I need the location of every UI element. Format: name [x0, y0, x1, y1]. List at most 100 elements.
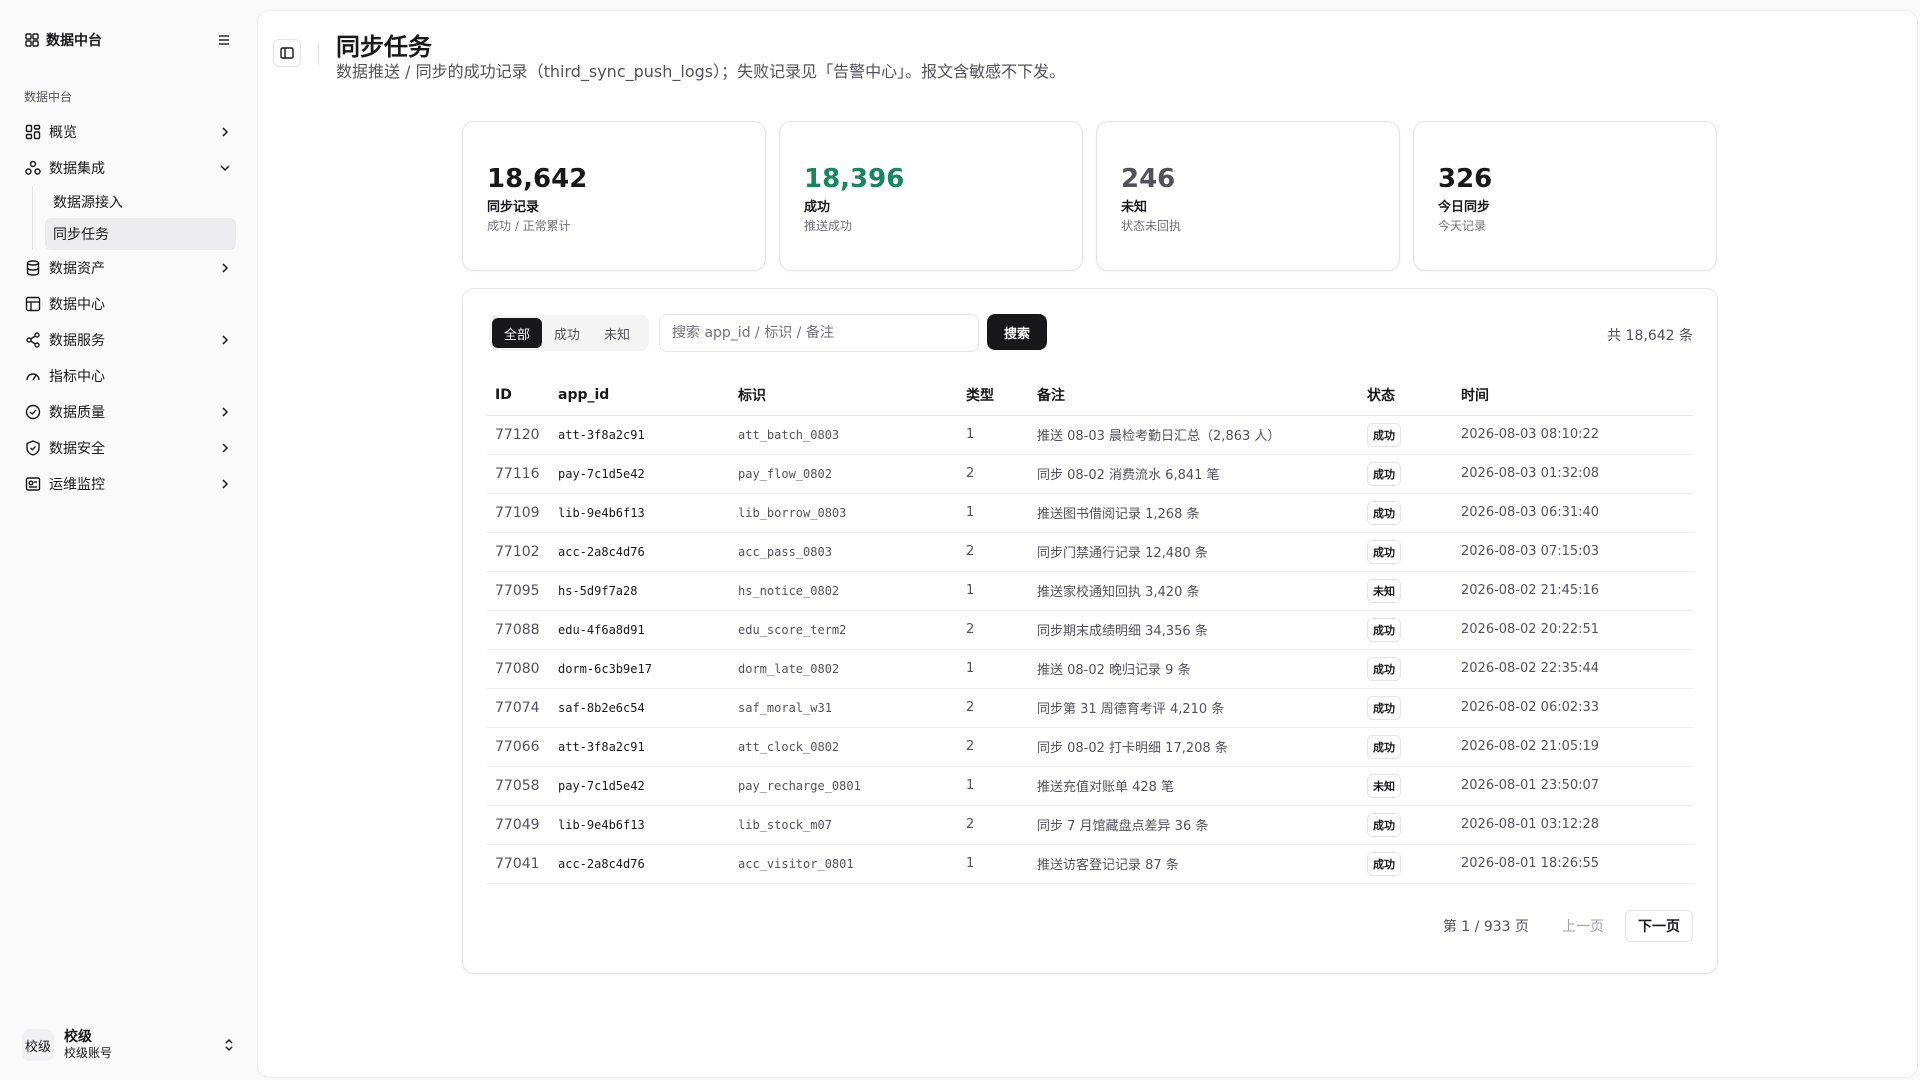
sidebar-submenu: 数据源接入 同步任务	[32, 186, 236, 250]
sidebar-subitem-datasource[interactable]: 数据源接入	[45, 186, 236, 218]
cell-type: 2	[958, 454, 1029, 494]
cell-time: 2026-08-02 21:45:16	[1453, 571, 1693, 611]
column-header-key[interactable]: 标识	[730, 375, 958, 416]
sidebar-toggle-button[interactable]	[273, 39, 301, 67]
table-row[interactable]: 77066 att-3f8a2c91 att_clock_0802 2 同步 08-02…	[487, 727, 1693, 767]
menu-icon[interactable]	[216, 32, 232, 48]
stat-label: 同步记录	[487, 200, 540, 215]
cell-time: 2026-08-01 23:50:07	[1453, 766, 1693, 806]
sidebar-item-services[interactable]: 数据服务	[20, 322, 236, 358]
sidebar-subitem-sync-tasks[interactable]: 同步任务	[45, 218, 236, 250]
table-row[interactable]: 77120 att-3f8a2c91 att_batch_0803 1 推送 08-03…	[487, 415, 1693, 455]
stat-value: 18,642	[487, 164, 588, 194]
chevron-right-icon	[218, 125, 232, 139]
user-menu[interactable]: 校级 校级 校级账号	[22, 1026, 236, 1064]
cell-remark: 同步 08-02 消费流水 6,841 笔	[1029, 454, 1359, 494]
cell-app-id: lib-9e4b6f13	[550, 805, 730, 845]
total-count: 共 18,642 条	[1607, 328, 1693, 344]
cell-type: 1	[958, 415, 1029, 455]
search-input[interactable]	[659, 314, 979, 352]
cell-remark: 同步 08-02 打卡明细 17,208 条	[1029, 727, 1359, 767]
table-row[interactable]: 77109 lib-9e4b6f13 lib_borrow_0803 1 推送图书借阅记…	[487, 493, 1693, 533]
monitor-icon	[24, 475, 42, 493]
sidebar-item-monitoring[interactable]: 运维监控	[20, 466, 236, 502]
pagination: 第 1 / 933 页 上一页 下一页	[1443, 910, 1693, 942]
cell-type: 1	[958, 766, 1029, 806]
column-header-app-id[interactable]: app_id	[550, 375, 730, 416]
cell-status: 成功	[1359, 415, 1453, 455]
sidebar-item-data-center[interactable]: 数据中心	[20, 286, 236, 322]
sidebar-item-metrics[interactable]: 指标中心	[20, 358, 236, 394]
column-header-remark[interactable]: 备注	[1029, 375, 1359, 416]
column-header-id[interactable]: ID	[487, 375, 550, 416]
cell-remark: 同步期末成绩明细 34,356 条	[1029, 610, 1359, 650]
brand: 数据中台	[24, 28, 232, 52]
cell-app-id: att-3f8a2c91	[550, 727, 730, 767]
shield-icon	[24, 439, 42, 457]
sidebar-item-security[interactable]: 数据安全	[20, 430, 236, 466]
table-row[interactable]: 77116 pay-7c1d5e42 pay_flow_0802 2 同步 08-02 …	[487, 454, 1693, 494]
sidebar-item-quality[interactable]: 数据质量	[20, 394, 236, 430]
table-row[interactable]: 77088 edu-4f6a8d91 edu_score_term2 2 同步期末成绩明…	[487, 610, 1693, 650]
status-badge: 成功	[1367, 617, 1401, 642]
cell-app-id: pay-7c1d5e42	[550, 454, 730, 494]
sidebar-item-label: 数据中心	[49, 297, 105, 313]
sidebar-item-label: 数据安全	[49, 441, 105, 457]
tab-unknown[interactable]: 未知	[592, 318, 642, 348]
stat-value: 326	[1438, 164, 1493, 194]
cell-type: 1	[958, 493, 1029, 533]
search-button[interactable]: 搜索	[987, 314, 1047, 350]
stat-sub: 推送成功	[804, 219, 853, 233]
status-badge: 成功	[1367, 461, 1401, 486]
stat-sub: 状态未回执	[1121, 219, 1182, 233]
table-row[interactable]: 77058 pay-7c1d5e42 pay_recharge_0801 1 推送充值对…	[487, 766, 1693, 806]
user-account: 校级账号	[64, 1046, 113, 1060]
stat-value: 246	[1121, 164, 1176, 194]
cell-status: 未知	[1359, 571, 1453, 611]
column-header-status[interactable]: 状态	[1359, 375, 1453, 416]
cell-remark: 同步门禁通行记录 12,480 条	[1029, 532, 1359, 572]
cell-app-id: hs-5d9f7a28	[550, 571, 730, 611]
cell-app-id: acc-2a8c4d76	[550, 532, 730, 572]
dashboard-icon	[24, 123, 42, 141]
user-name: 校级	[64, 1029, 92, 1045]
prev-page-button[interactable]: 上一页	[1549, 910, 1617, 942]
sidebar-item-label: 概览	[49, 125, 77, 141]
chevron-right-icon	[218, 405, 232, 419]
table-row[interactable]: 77074 saf-8b2e6c54 saf_moral_w31 2 同步第 31 周德…	[487, 688, 1693, 728]
panel-left-icon	[279, 45, 295, 61]
column-header-time[interactable]: 时间	[1453, 375, 1693, 416]
cell-id: 77120	[487, 415, 550, 455]
table-row[interactable]: 77095 hs-5d9f7a28 hs_notice_0802 1 推送家校通知回执 …	[487, 571, 1693, 611]
cell-key: hs_notice_0802	[730, 571, 958, 611]
sidebar-item-label: 指标中心	[49, 369, 105, 385]
table-row[interactable]: 77080 dorm-6c3b9e17 dorm_late_0802 1 推送 08-0…	[487, 649, 1693, 689]
sidebar-item-integration[interactable]: 数据集成	[20, 150, 236, 186]
brand-title: 数据中台	[46, 33, 102, 49]
table-row[interactable]: 77041 acc-2a8c4d76 acc_visitor_0801 1 推送访客登记…	[487, 844, 1693, 884]
stat-sub: 今天记录	[1438, 219, 1487, 233]
table-row[interactable]: 77102 acc-2a8c4d76 acc_pass_0803 2 同步门禁通行记录 …	[487, 532, 1693, 572]
tab-success[interactable]: 成功	[542, 318, 592, 348]
sidebar-item-assets[interactable]: 数据资产	[20, 250, 236, 286]
records-table: ID app_id 标识 类型 备注 状态 时间 77120 att-3f8a2c…	[487, 375, 1693, 884]
cell-id: 77080	[487, 649, 550, 689]
cell-remark: 同步 7 月馆藏盘点差异 36 条	[1029, 805, 1359, 845]
table-row[interactable]: 77049 lib-9e4b6f13 lib_stock_m07 2 同步 7 月馆藏盘…	[487, 805, 1693, 845]
cell-remark: 推送家校通知回执 3,420 条	[1029, 571, 1359, 611]
cell-id: 77074	[487, 688, 550, 728]
sidebar-item-overview[interactable]: 概览	[20, 114, 236, 150]
next-page-button[interactable]: 下一页	[1625, 910, 1693, 942]
cell-key: acc_visitor_0801	[730, 844, 958, 884]
column-header-type[interactable]: 类型	[958, 375, 1029, 416]
cell-time: 2026-08-02 20:22:51	[1453, 610, 1693, 650]
page-title: 同步任务	[336, 33, 432, 61]
table-icon	[24, 295, 42, 313]
tab-all[interactable]: 全部	[492, 318, 543, 348]
cell-key: acc_pass_0803	[730, 532, 958, 572]
cell-time: 2026-08-02 06:02:33	[1453, 688, 1693, 728]
sidebar-item-label: 数据集成	[49, 161, 105, 177]
sidebar: 数据中台 数据中台 概览 数据集成 数据源接入 同步任务 数据资产 数据中心 数…	[0, 0, 257, 1080]
cell-id: 77102	[487, 532, 550, 572]
cell-key: saf_moral_w31	[730, 688, 958, 728]
